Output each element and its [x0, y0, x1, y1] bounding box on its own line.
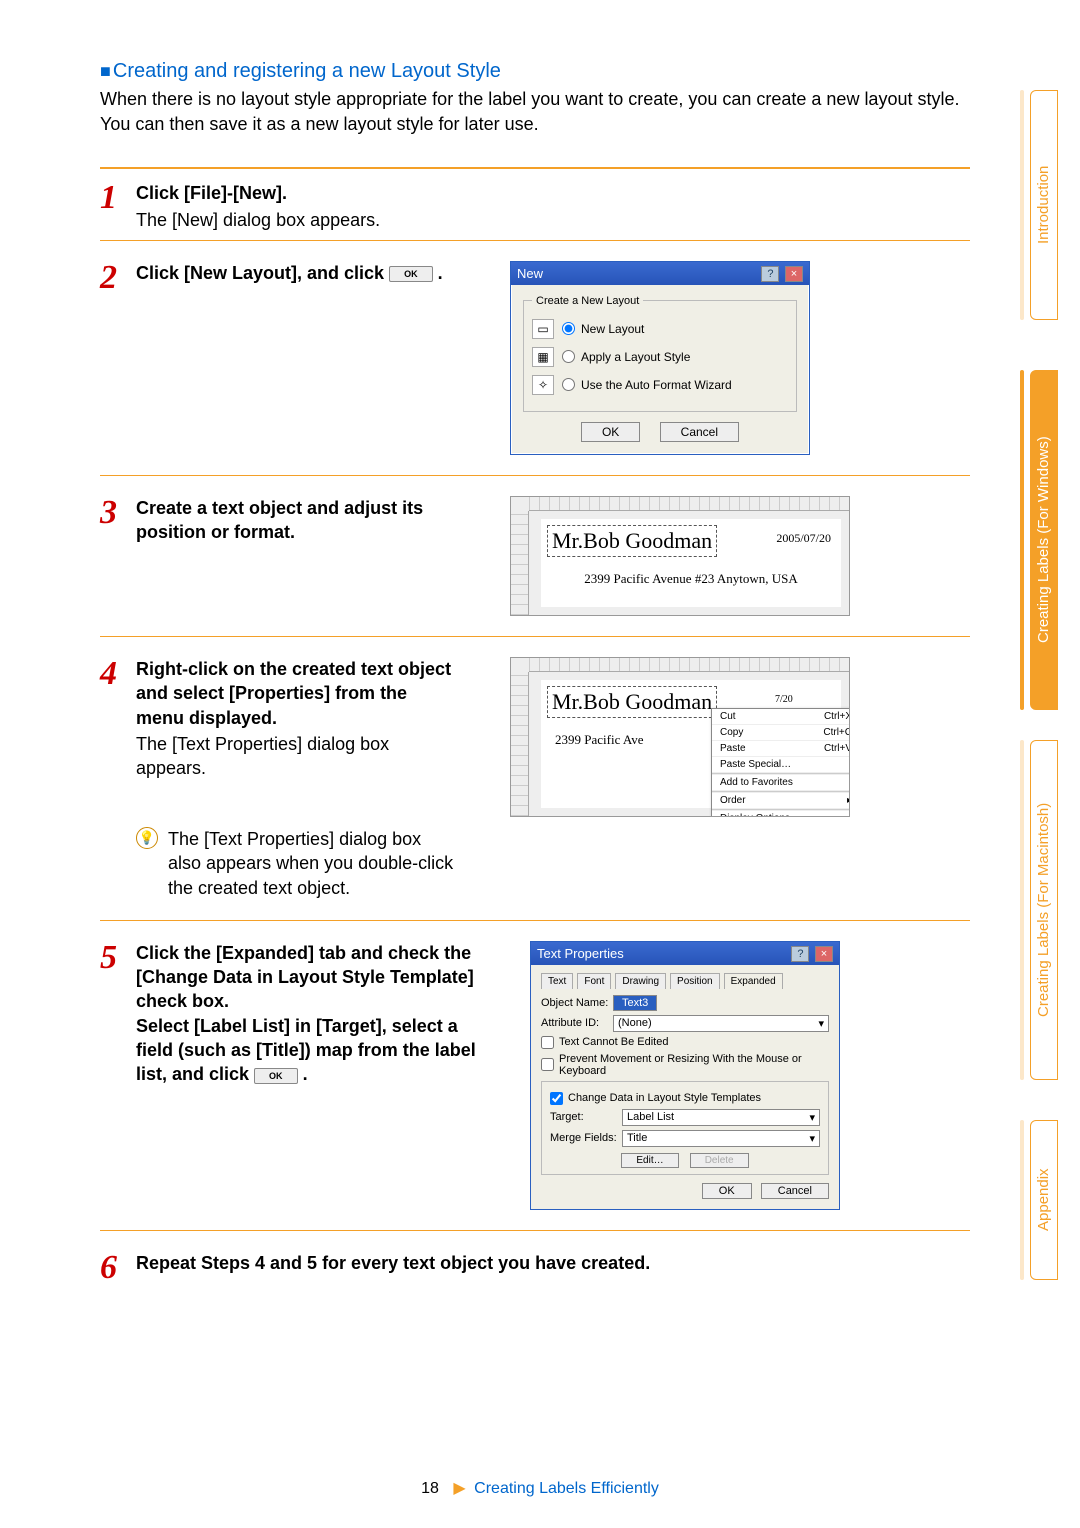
help-icon[interactable]: ?	[761, 266, 779, 282]
text-object-address-partial[interactable]: 2399 Pacific Ave	[551, 730, 648, 750]
sidetab-appendix[interactable]: Appendix	[1030, 1120, 1058, 1280]
step4-tip: The [Text Properties] dialog box also ap…	[168, 827, 458, 900]
tab-expanded[interactable]: Expanded	[724, 973, 783, 989]
step5-heading: Click the [Expanded] tab and check the […	[136, 941, 476, 1014]
wizard-icon: ✧	[532, 375, 554, 395]
object-name-value[interactable]: Text3	[613, 995, 657, 1011]
step6-heading: Repeat Steps 4 and 5 for every text obje…	[136, 1251, 650, 1275]
tab-text[interactable]: Text	[541, 973, 573, 989]
delete-button: Delete	[690, 1153, 749, 1168]
attribute-id-label: Attribute ID:	[541, 1017, 613, 1029]
ruler-horizontal	[529, 497, 849, 511]
sidetab-macintosh[interactable]: Creating Labels (For Macintosh)	[1030, 740, 1058, 1080]
new-dialog-ok-button[interactable]: OK	[581, 422, 640, 442]
section-heading-text: Creating and registering a new Layout St…	[113, 60, 501, 82]
step5-heading-b: Select [Label List] in [Target], select …	[136, 1014, 476, 1087]
tp-dialog-title: Text Properties	[537, 946, 624, 961]
step4-heading: Right-click on the created text object a…	[136, 657, 456, 730]
edit-button[interactable]: Edit…	[621, 1153, 678, 1168]
step-number-6: 6	[100, 1251, 136, 1285]
tp-tabs: Text Font Drawing Position Expanded	[541, 973, 829, 989]
ctx-paste[interactable]: PasteCtrl+V	[712, 741, 850, 757]
step4-desc: The [Text Properties] dialog box appears…	[136, 732, 456, 781]
chevron-down-icon: ▾	[809, 1132, 815, 1145]
ok-button-inline[interactable]: OK	[254, 1068, 298, 1084]
new-dialog-title: New	[517, 266, 543, 281]
step1-heading: Click [File]-[New].	[136, 181, 380, 205]
ctx-order[interactable]: Order▸	[712, 793, 850, 809]
tp-ok-button[interactable]: OK	[702, 1183, 752, 1199]
text-object-name[interactable]: Mr.Bob Goodman	[547, 525, 717, 557]
text-object-date[interactable]: 2005/07/20	[772, 529, 835, 548]
step1-desc: The [New] dialog box appears.	[136, 208, 380, 232]
target-label: Target:	[550, 1111, 622, 1123]
tab-drawing[interactable]: Drawing	[615, 973, 666, 989]
ctx-copy[interactable]: CopyCtrl+C	[712, 725, 850, 741]
footer-title[interactable]: Creating Labels Efficiently	[474, 1480, 659, 1497]
merge-fields-label: Merge Fields:	[550, 1132, 622, 1144]
text-properties-dialog: Text Properties ? × Text Font Drawing Po…	[530, 941, 840, 1210]
option-auto-wizard[interactable]: ✧ Use the Auto Format Wizard	[532, 371, 788, 399]
tp-cancel-button[interactable]: Cancel	[761, 1183, 829, 1199]
object-name-label: Object Name:	[541, 997, 613, 1009]
tip-icon: 💡	[136, 827, 158, 849]
ruler-vertical	[511, 511, 529, 615]
text-object-name[interactable]: Mr.Bob Goodman	[547, 686, 717, 718]
chevron-down-icon: ▾	[818, 1017, 824, 1030]
text-object-address[interactable]: 2399 Pacific Avenue #23 Anytown, USA	[551, 569, 831, 589]
attribute-id-select[interactable]: (None)▾	[613, 1015, 829, 1032]
chk-change-data[interactable]: Change Data in Layout Style Templates	[550, 1092, 820, 1105]
radio-auto-wizard[interactable]	[562, 378, 575, 391]
sidetab-windows[interactable]: Creating Labels (For Windows)	[1030, 370, 1058, 710]
option-new-layout[interactable]: ▭ New Layout	[532, 315, 788, 343]
context-menu: CutCtrl+X CopyCtrl+C PasteCtrl+V Paste S…	[711, 708, 850, 817]
new-dialog-cancel-button[interactable]: Cancel	[660, 422, 739, 442]
option-apply-style[interactable]: ▦ Apply a Layout Style	[532, 343, 788, 371]
sidetab-introduction[interactable]: Introduction	[1030, 90, 1058, 320]
ruler-horizontal	[529, 658, 849, 672]
bullet-square: ■	[100, 61, 111, 81]
radio-apply-style[interactable]	[562, 350, 575, 363]
chk-cannot-edit[interactable]: Text Cannot Be Edited	[541, 1036, 829, 1049]
ctx-display-options[interactable]: Display Options…	[712, 811, 850, 817]
document-icon: ▭	[532, 319, 554, 339]
tab-position[interactable]: Position	[670, 973, 720, 989]
ctx-cut[interactable]: CutCtrl+X	[712, 709, 850, 725]
ctx-add-favorites[interactable]: Add to Favorites	[712, 775, 850, 791]
step-number-2: 2	[100, 261, 136, 295]
text-object-date-suffix: 7/20	[771, 692, 797, 707]
section-intro: When there is no layout style appropriat…	[100, 87, 970, 137]
close-icon[interactable]: ×	[815, 946, 833, 962]
ctx-paste-special[interactable]: Paste Special…	[712, 757, 850, 773]
chevron-down-icon: ▾	[809, 1111, 815, 1124]
ok-button-inline[interactable]: OK	[389, 266, 433, 282]
layout-icon: ▦	[532, 347, 554, 367]
label-canvas-step3: Mr.Bob Goodman 2005/07/20 2399 Pacific A…	[510, 496, 850, 616]
page-footer: 18 ▶ Creating Labels Efficiently	[0, 1478, 1080, 1498]
step3-heading: Create a text object and adjust its posi…	[136, 496, 456, 545]
ruler-vertical	[511, 672, 529, 816]
label-canvas-step4: Mr.Bob Goodman 7/20 2399 Pacific Ave SA …	[510, 657, 850, 817]
section-heading: ■Creating and registering a new Layout S…	[100, 60, 970, 83]
new-dialog-group: Create a New Layout	[532, 295, 643, 307]
chk-prevent-move[interactable]: Prevent Movement or Resizing With the Mo…	[541, 1053, 829, 1077]
target-select[interactable]: Label List▾	[622, 1109, 820, 1126]
step-number-4: 4	[100, 657, 136, 691]
help-icon[interactable]: ?	[791, 946, 809, 962]
page-number: 18	[421, 1480, 439, 1497]
tab-font[interactable]: Font	[577, 973, 611, 989]
step-number-3: 3	[100, 496, 136, 530]
radio-new-layout[interactable]	[562, 322, 575, 335]
step-number-1: 1	[100, 181, 136, 215]
arrow-icon: ▶	[453, 1480, 465, 1497]
step2-heading: Click [New Layout], and click OK .	[136, 261, 443, 285]
step-number-5: 5	[100, 941, 136, 975]
merge-fields-select[interactable]: Title▾	[622, 1130, 820, 1147]
close-icon[interactable]: ×	[785, 266, 803, 282]
new-dialog: New ? × Create a New Layout ▭ New Layout	[510, 261, 810, 455]
